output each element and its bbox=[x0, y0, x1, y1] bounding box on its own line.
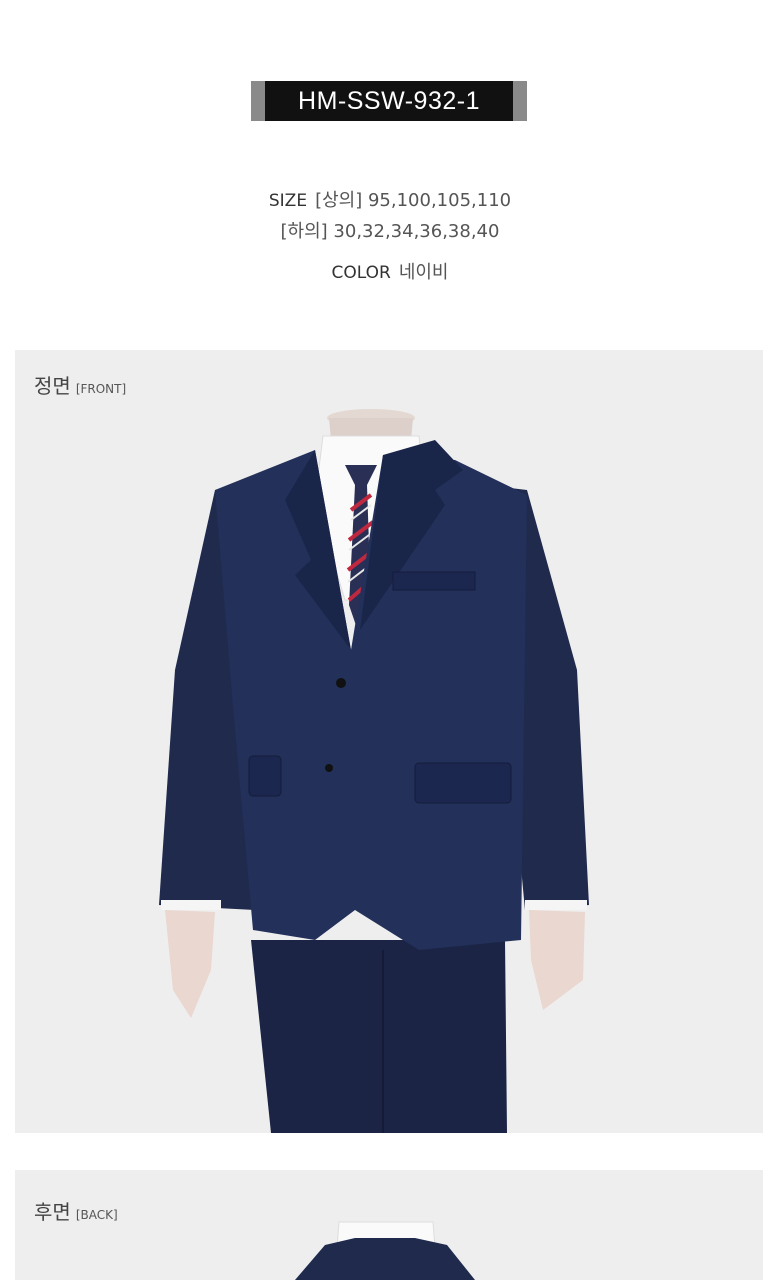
suit-back-image bbox=[295, 1221, 475, 1280]
color-value: 네이비 bbox=[398, 262, 449, 283]
size-bottom-row: [하의] 30,32,34,36,38,40 bbox=[0, 217, 780, 243]
size-top-value: [상의] 95,100,105,110 bbox=[315, 190, 512, 211]
size-spec-row: SIZE [상의] 95,100,105,110 bbox=[0, 186, 780, 212]
back-view-panel: 후면 [BACK] bbox=[15, 1170, 763, 1280]
size-bottom-value: [하의] 30,32,34,36,38,40 bbox=[280, 221, 500, 242]
product-code-banner: HM-SSW-932-1 bbox=[251, 81, 527, 121]
suit-front-image bbox=[159, 409, 589, 1133]
color-spec-row: COLOR 네이비 bbox=[0, 258, 780, 284]
product-code: HM-SSW-932-1 bbox=[298, 86, 480, 115]
color-key: COLOR bbox=[331, 263, 391, 283]
size-key: SIZE bbox=[268, 191, 308, 211]
front-view-panel: 정면 [FRONT] bbox=[15, 350, 763, 1133]
